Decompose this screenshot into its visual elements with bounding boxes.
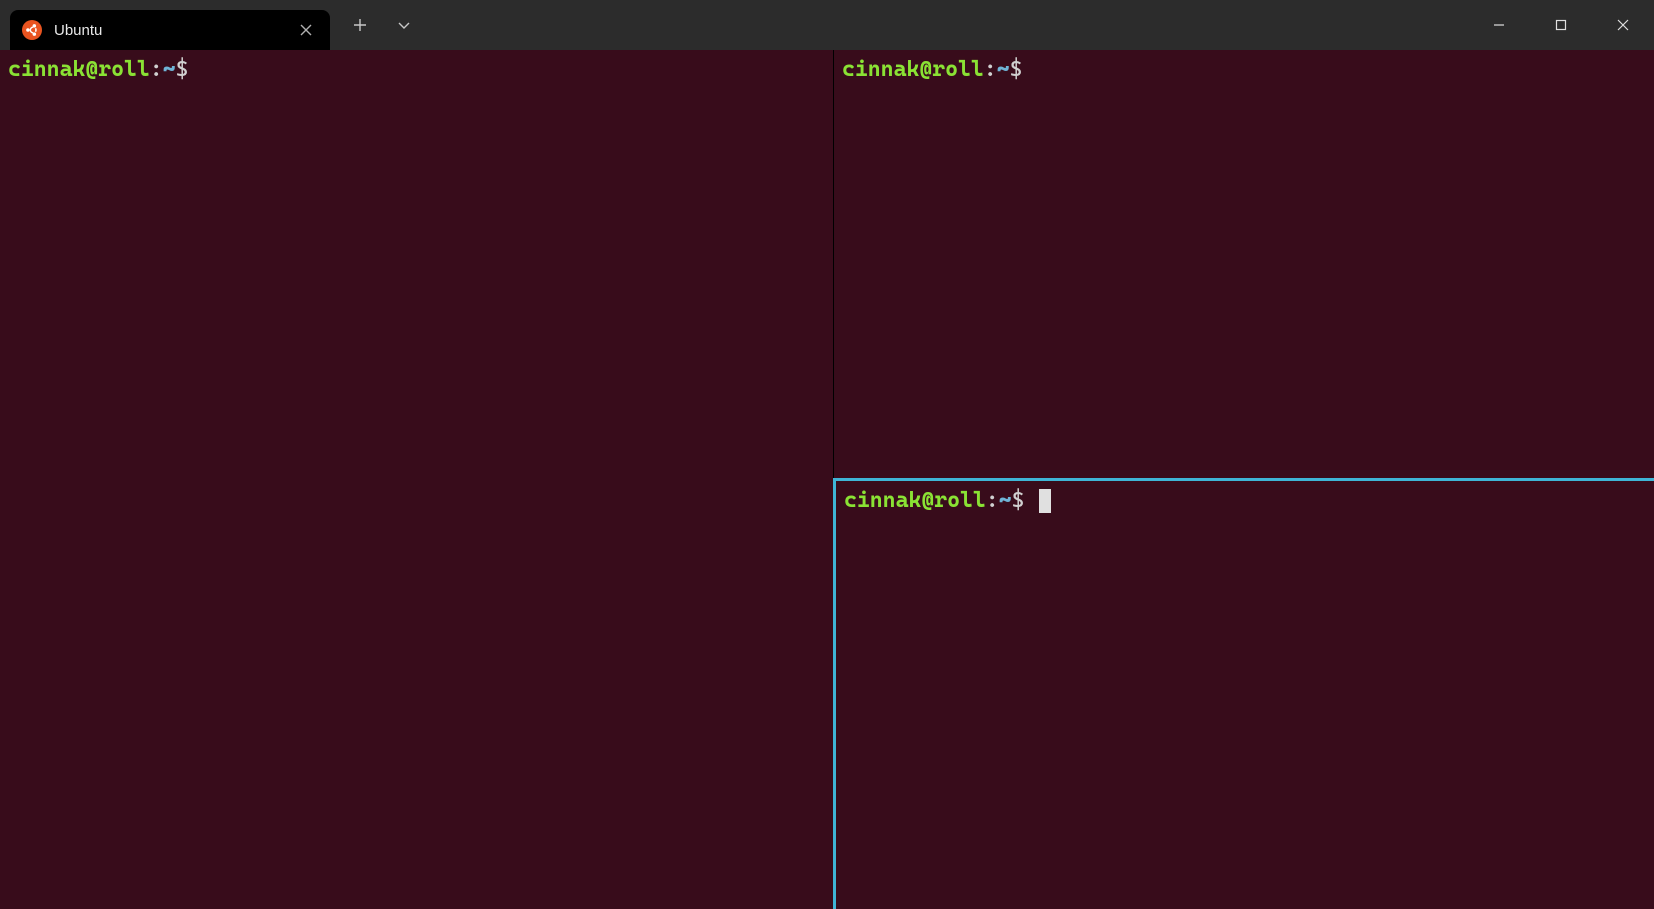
prompt-colon: : xyxy=(986,488,999,513)
terminal-pane-left[interactable]: cinnak@roll:~$ xyxy=(0,50,833,909)
new-tab-button[interactable] xyxy=(338,3,382,47)
prompt-line: cinnak@roll:~$ xyxy=(842,56,1646,85)
window-controls xyxy=(1468,0,1654,50)
prompt-colon: : xyxy=(150,57,163,82)
right-column: cinnak@roll:~$ cinnak@roll:~$ xyxy=(833,50,1654,909)
prompt-dollar: $ xyxy=(1012,488,1038,513)
prompt-dollar: $ xyxy=(1010,57,1036,82)
terminal-pane-top-right[interactable]: cinnak@roll:~$ xyxy=(833,50,1654,478)
minimize-button[interactable] xyxy=(1468,0,1530,50)
prompt-userhost: cinnak@roll xyxy=(8,57,150,82)
tab-dropdown-button[interactable] xyxy=(382,3,426,47)
tab-close-button[interactable] xyxy=(296,20,316,40)
cursor xyxy=(1039,489,1051,513)
terminal-area: cinnak@roll:~$ cinnak@roll:~$ cinnak@rol… xyxy=(0,50,1654,909)
window-close-button[interactable] xyxy=(1592,0,1654,50)
tab-content: Ubuntu xyxy=(22,20,102,40)
maximize-button[interactable] xyxy=(1530,0,1592,50)
ubuntu-logo-icon xyxy=(22,20,42,40)
tab-actions xyxy=(330,0,426,50)
prompt-userhost: cinnak@roll xyxy=(842,57,984,82)
tab-ubuntu[interactable]: Ubuntu xyxy=(10,10,330,50)
prompt-path: ~ xyxy=(163,57,176,82)
tab-title: Ubuntu xyxy=(54,22,102,39)
prompt-path: ~ xyxy=(999,488,1012,513)
left-column: cinnak@roll:~$ xyxy=(0,50,833,909)
titlebar: Ubuntu xyxy=(0,0,1654,50)
prompt-path: ~ xyxy=(997,57,1010,82)
prompt-userhost: cinnak@roll xyxy=(844,488,986,513)
prompt-dollar: $ xyxy=(176,57,202,82)
prompt-colon: : xyxy=(984,57,997,82)
tabs-area: Ubuntu xyxy=(0,0,426,50)
prompt-line: cinnak@roll:~$ xyxy=(8,56,825,85)
terminal-pane-bottom-right[interactable]: cinnak@roll:~$ xyxy=(833,478,1654,909)
prompt-line: cinnak@roll:~$ xyxy=(844,487,1646,516)
